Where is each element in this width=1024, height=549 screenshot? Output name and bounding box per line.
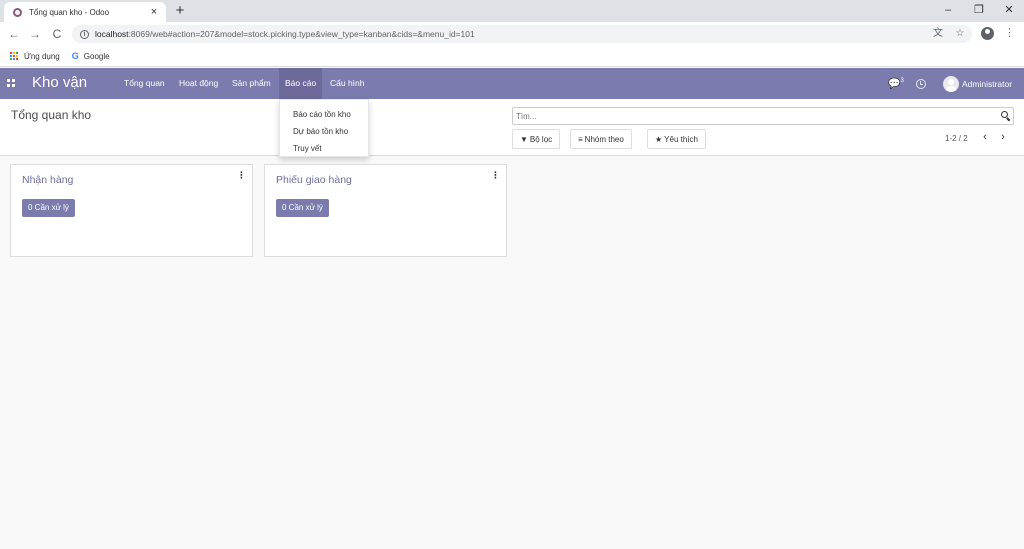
chat-glyph: 💬 (888, 78, 901, 90)
browser-menu-icon[interactable]: ⋮ (1004, 26, 1015, 39)
menu-san-pham[interactable]: Sản phẩm (226, 68, 277, 99)
restore-button[interactable]: ❐ (972, 3, 986, 17)
filter-icon: ▼ (520, 134, 528, 144)
to-process-button[interactable]: 0 Cần xử lý (276, 199, 329, 217)
new-tab-button[interactable]: + (171, 2, 189, 20)
app-brand[interactable]: Kho vận (32, 74, 87, 91)
search-icon[interactable] (1001, 111, 1010, 120)
tab-close-icon[interactable]: × (148, 6, 160, 18)
search-input[interactable] (513, 108, 983, 124)
pager-value[interactable]: 1-2 / 2 (945, 134, 968, 143)
filters-button[interactable]: ▼ Bộ lọc (512, 129, 561, 149)
activity-clock-icon[interactable] (916, 79, 926, 89)
kanban-card-receipts[interactable]: Nhận hàng ⋮ 0 Cần xử lý (10, 164, 253, 257)
menu-bao-cao[interactable]: Báo cáo (279, 68, 323, 99)
translate-icon[interactable]: 文 (930, 26, 946, 42)
site-info-icon[interactable]: i (80, 29, 89, 39)
odoo-navbar: Kho vận Tổng quan Hoạt động Sản phẩm Báo… (0, 68, 1024, 99)
dropdown-item-stock-report[interactable]: Báo cáo tồn kho (280, 106, 368, 123)
url-path: :8069/web#action=207&model=stock.picking… (128, 29, 475, 39)
bookmark-label: Google (83, 51, 110, 61)
menu-tong-quan[interactable]: Tổng quan (118, 68, 171, 99)
user-name: Administrator (962, 78, 1013, 89)
chevron-left-icon[interactable]: ‹ (979, 131, 991, 143)
list-icon: ≡ (578, 134, 583, 144)
user-menu[interactable]: Administrator (943, 75, 1012, 92)
favorites-button[interactable]: ★ Yêu thích (647, 129, 706, 149)
kanban-card-delivery[interactable]: Phiếu giao hàng ⋮ 0 Cần xử lý (264, 164, 507, 257)
reports-dropdown: Báo cáo tồn kho Dự báo tồn kho Truy vết (279, 99, 369, 157)
card-menu-icon[interactable]: ⋮ (237, 171, 246, 185)
bookmark-apps[interactable]: Ứng dụng (10, 51, 60, 61)
address-bar[interactable]: i localhost:8069/web#action=207&model=st… (72, 25, 972, 43)
browser-tab-strip: Tổng quan kho - Odoo × + – ❐ ✕ (0, 0, 1024, 22)
forward-icon[interactable]: → (27, 26, 43, 42)
minimize-button[interactable]: – (941, 3, 955, 17)
star-icon: ★ (655, 134, 663, 144)
favorites-label: Yêu thích (664, 134, 698, 144)
avatar (943, 75, 959, 92)
odoo-favicon-icon (13, 7, 22, 17)
card-title[interactable]: Phiếu giao hàng (276, 174, 352, 186)
apps-grid-icon (10, 51, 19, 61)
bookmarks-bar: Ứng dụng G Google (0, 46, 1024, 67)
chevron-right-icon[interactable]: › (997, 131, 1009, 143)
card-title[interactable]: Nhận hàng (22, 174, 73, 186)
chat-count-badge: 3 (900, 78, 904, 84)
to-process-button[interactable]: 0 Cần xử lý (22, 199, 75, 217)
card-menu-icon[interactable]: ⋮ (491, 171, 500, 185)
groupby-button[interactable]: ≡ Nhóm theo (570, 129, 632, 149)
app-menu-icon[interactable] (7, 79, 15, 87)
groupby-label: Nhóm theo (584, 134, 624, 144)
url-host: localhost (95, 29, 129, 39)
browser-toolbar: ← → C i localhost:8069/web#action=207&mo… (0, 22, 1024, 46)
menu-cau-hinh[interactable]: Cấu hình (324, 68, 371, 99)
search-box[interactable] (512, 107, 1014, 125)
bookmark-star-icon[interactable]: ☆ (952, 26, 968, 42)
bookmark-label: Ứng dụng (24, 51, 60, 61)
google-icon: G (71, 51, 79, 61)
dropdown-item-stock-forecast[interactable]: Dự báo tồn kho (280, 123, 368, 140)
reload-icon[interactable]: C (49, 26, 65, 42)
menu-hoat-dong[interactable]: Hoạt động (173, 68, 224, 99)
chat-icon[interactable]: 💬3 (888, 78, 904, 89)
url-text[interactable]: localhost:8069/web#action=207&model=stoc… (95, 29, 475, 39)
browser-tab[interactable]: Tổng quan kho - Odoo × (4, 2, 166, 22)
close-window-button[interactable]: ✕ (1002, 3, 1016, 17)
back-icon[interactable]: ← (6, 26, 22, 42)
control-panel: Tổng quan kho ▼ Bộ lọc ≡ Nhóm theo ★ Yêu… (0, 99, 1024, 156)
bookmark-google[interactable]: G Google (72, 51, 110, 61)
filters-label: Bộ lọc (529, 134, 553, 144)
profile-icon[interactable] (981, 27, 994, 40)
tab-title: Tổng quan kho - Odoo (29, 7, 110, 17)
dropdown-item-traceability[interactable]: Truy vết (280, 140, 368, 157)
breadcrumb: Tổng quan kho (11, 108, 92, 122)
